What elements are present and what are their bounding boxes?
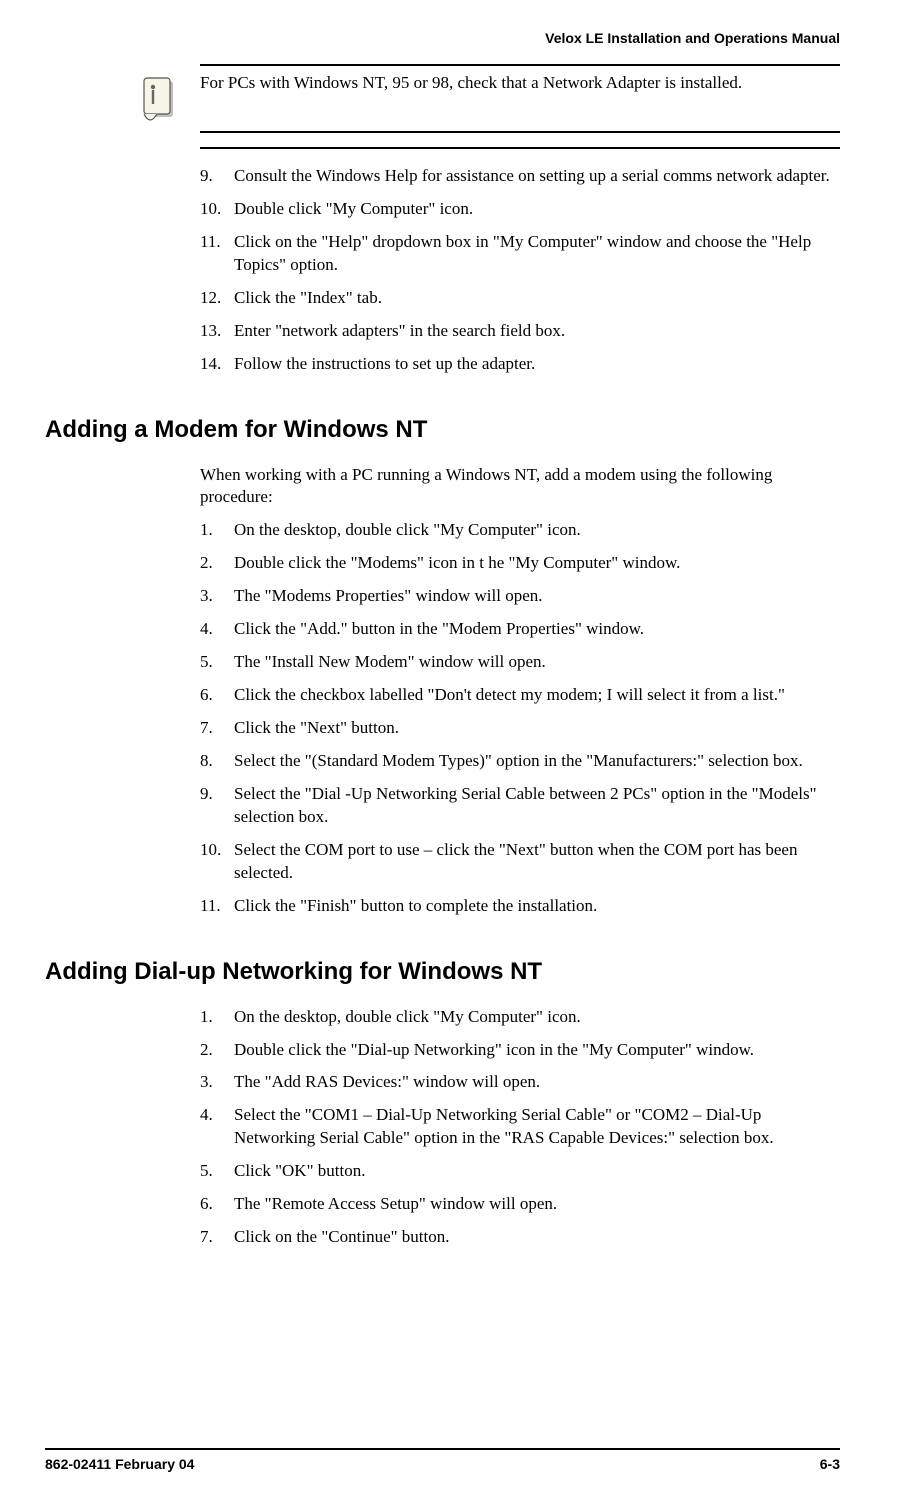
- step-text: Click the "Add." button in the "Modem Pr…: [234, 619, 644, 638]
- step-number: 3.: [200, 585, 213, 608]
- note-icon: [140, 76, 180, 135]
- step-number: 1.: [200, 519, 213, 542]
- document-header: Velox LE Installation and Operations Man…: [45, 30, 840, 46]
- list-item: 11. Click the "Finish" button to complete…: [200, 895, 840, 918]
- step-text: The "Modems Properties" window will open…: [234, 586, 543, 605]
- step-text: Double click "My Computer" icon.: [234, 199, 473, 218]
- list-item: 9. Consult the Windows Help for assistanc…: [200, 165, 840, 188]
- step-text: Click the "Index" tab.: [234, 288, 382, 307]
- step-number: 11.: [200, 895, 221, 918]
- step-text: On the desktop, double click "My Compute…: [234, 1007, 581, 1026]
- step-number: 5.: [200, 651, 213, 674]
- step-number: 4.: [200, 618, 213, 641]
- list-item: 11. Click on the "Help" dropdown box in "…: [200, 231, 840, 277]
- step-number: 12.: [200, 287, 221, 310]
- list-item: 9. Select the "Dial -Up Networking Serial…: [200, 783, 840, 829]
- step-number: 2.: [200, 1039, 213, 1062]
- list-item: 6. Click the checkbox labelled "Don't det…: [200, 684, 840, 707]
- step-number: 9.: [200, 783, 213, 806]
- list-item: 4. Click the "Add." button in the "Modem …: [200, 618, 840, 641]
- step-text: The "Add RAS Devices:" window will open.: [234, 1072, 540, 1091]
- step-number: 5.: [200, 1160, 213, 1183]
- list-item: 7. Click on the "Continue" button.: [200, 1226, 840, 1249]
- list-item: 2. Double click the "Dial-up Networking" …: [200, 1039, 840, 1062]
- list-item: 6. The "Remote Access Setup" window will …: [200, 1193, 840, 1216]
- list-item: 14. Follow the instructions to set up the…: [200, 353, 840, 376]
- step-text: Click the "Next" button.: [234, 718, 399, 737]
- step-text: Click on the "Help" dropdown box in "My …: [234, 232, 811, 274]
- heading-dialup-networking: Adding Dial-up Networking for Windows NT: [45, 958, 840, 986]
- section1-intro: When working with a PC running a Windows…: [200, 464, 840, 510]
- step-text: Click the checkbox labelled "Don't detec…: [234, 685, 785, 704]
- list-item: 5. Click "OK" button.: [200, 1160, 840, 1183]
- step-number: 2.: [200, 552, 213, 575]
- list-item: 1. On the desktop, double click "My Compu…: [200, 1006, 840, 1029]
- list-item: 1. On the desktop, double click "My Compu…: [200, 519, 840, 542]
- note-text: For PCs with Windows NT, 95 or 98, check…: [200, 72, 840, 95]
- step-text: Click the "Finish" button to complete th…: [234, 896, 597, 915]
- list-item: 2. Double click the "Modems" icon in t he…: [200, 552, 840, 575]
- list-item: 3. The "Add RAS Devices:" window will ope…: [200, 1071, 840, 1094]
- list-item: 4. Select the "COM1 – Dial-Up Networking …: [200, 1104, 840, 1150]
- step-text: Select the "(Standard Modem Types)" opti…: [234, 751, 803, 770]
- footer-left: 862-02411 February 04: [45, 1456, 194, 1472]
- step-text: On the desktop, double click "My Compute…: [234, 520, 581, 539]
- list-item: 12. Click the "Index" tab.: [200, 287, 840, 310]
- list-item: 5. The "Install New Modem" window will op…: [200, 651, 840, 674]
- step-number: 10.: [200, 198, 221, 221]
- list-item: 10. Select the COM port to use – click th…: [200, 839, 840, 885]
- step-number: 7.: [200, 717, 213, 740]
- page-footer: 862-02411 February 04 6-3: [45, 1448, 840, 1472]
- step-number: 9.: [200, 165, 213, 188]
- step-number: 1.: [200, 1006, 213, 1029]
- top-steps-block: 9. Consult the Windows Help for assistanc…: [200, 147, 840, 376]
- step-text: The "Remote Access Setup" window will op…: [234, 1194, 557, 1213]
- list-item: 13. Enter "network adapters" in the searc…: [200, 320, 840, 343]
- step-text: Enter "network adapters" in the search f…: [234, 321, 565, 340]
- step-text: The "Install New Modem" window will open…: [234, 652, 546, 671]
- step-text: Double click the "Dial-up Networking" ic…: [234, 1040, 754, 1059]
- step-text: Select the "Dial -Up Networking Serial C…: [234, 784, 817, 826]
- step-number: 4.: [200, 1104, 213, 1127]
- list-item: 8. Select the "(Standard Modem Types)" op…: [200, 750, 840, 773]
- step-number: 11.: [200, 231, 221, 254]
- note-block: For PCs with Windows NT, 95 or 98, check…: [200, 64, 840, 133]
- step-text: Follow the instructions to set up the ad…: [234, 354, 535, 373]
- step-text: Select the "COM1 – Dial-Up Networking Se…: [234, 1105, 774, 1147]
- step-number: 7.: [200, 1226, 213, 1249]
- step-text: Select the COM port to use – click the "…: [234, 840, 797, 882]
- step-number: 14.: [200, 353, 221, 376]
- step-number: 10.: [200, 839, 221, 862]
- step-text: Click "OK" button.: [234, 1161, 365, 1180]
- heading-adding-modem: Adding a Modem for Windows NT: [45, 416, 840, 444]
- list-item: 10. Double click "My Computer" icon.: [200, 198, 840, 221]
- step-text: Consult the Windows Help for assistance …: [234, 166, 830, 185]
- step-number: 8.: [200, 750, 213, 773]
- list-item: 3. The "Modems Properties" window will op…: [200, 585, 840, 608]
- step-text: Click on the "Continue" button.: [234, 1227, 450, 1246]
- list-item: 7. Click the "Next" button.: [200, 717, 840, 740]
- step-number: 6.: [200, 1193, 213, 1216]
- step-number: 6.: [200, 684, 213, 707]
- section1-body: When working with a PC running a Windows…: [200, 464, 840, 918]
- step-number: 3.: [200, 1071, 213, 1094]
- step-number: 13.: [200, 320, 221, 343]
- footer-right: 6-3: [820, 1456, 840, 1472]
- step-text: Double click the "Modems" icon in t he "…: [234, 553, 680, 572]
- section2-body: 1. On the desktop, double click "My Compu…: [200, 1006, 840, 1250]
